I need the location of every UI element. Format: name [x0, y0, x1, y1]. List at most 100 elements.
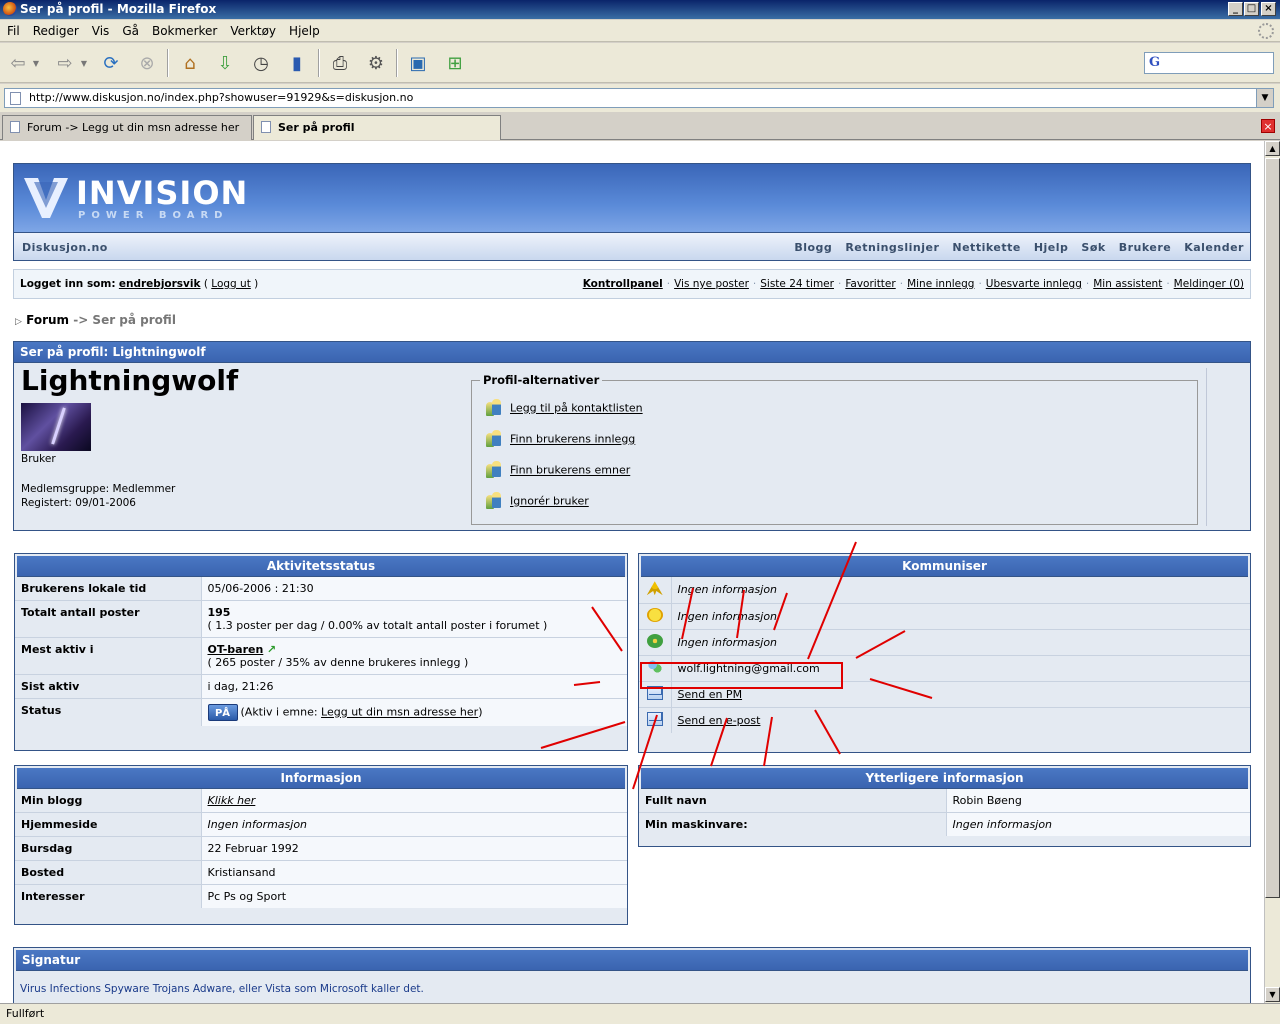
minimize-button[interactable]: _ — [1228, 2, 1243, 16]
settings-icon[interactable]: ⚙ — [363, 50, 389, 76]
new-window-icon[interactable]: ▣ — [405, 50, 431, 76]
option-ignore-user[interactable]: Ignorér bruker — [486, 492, 589, 512]
forward-dropdown-icon[interactable]: ▼ — [78, 50, 90, 76]
last-active-value: i dag, 21:26 — [201, 674, 627, 699]
logout-link[interactable]: Logg ut — [211, 278, 251, 290]
people-icon — [486, 461, 502, 479]
most-active-link[interactable]: OT-baren — [208, 643, 264, 656]
signature-text: Virus Infections Spyware Trojans Adware,… — [20, 983, 424, 995]
most-active-label: Mest aktiv i — [15, 637, 202, 675]
username-link[interactable]: endrebjorsvik — [119, 278, 201, 290]
close-window-button[interactable]: × — [1261, 2, 1276, 16]
url-input[interactable]: http://www.diskusjon.no/index.php?showus… — [4, 88, 1274, 108]
send-pm-link[interactable]: Send en PM — [678, 688, 743, 701]
link-kontrollpanel[interactable]: Kontrollpanel — [583, 278, 663, 290]
signature-header: Signatur — [16, 950, 1248, 971]
option-add-contact[interactable]: Legg til på kontaktlisten — [486, 399, 643, 419]
nav-hjelp[interactable]: Hjelp — [1034, 241, 1069, 254]
tab-label: Forum -> Legg ut din msn adresse her — [27, 121, 240, 134]
aim-value: Ingen informasjon — [671, 577, 1250, 604]
reload-icon[interactable]: ⟳ — [98, 50, 124, 76]
toolbar-separator — [396, 49, 398, 77]
signature-box: Signatur Virus Infections Spyware Trojan… — [13, 947, 1251, 1003]
msn-highlight-box — [640, 662, 843, 689]
tab-profile[interactable]: Ser på profil — [253, 115, 501, 140]
local-time-value: 05/06-2006 : 21:30 — [201, 577, 627, 601]
menu-edit[interactable]: Rediger — [26, 20, 85, 38]
scroll-down-icon[interactable]: ▼ — [1265, 987, 1280, 1002]
arrow-up-right-icon[interactable]: ↗ — [267, 643, 276, 656]
close-tab-button[interactable]: × — [1261, 119, 1275, 133]
tab-bar: Forum -> Legg ut din msn adresse her Ser… — [0, 113, 1280, 140]
send-email-link[interactable]: Send en e-post — [678, 714, 761, 727]
window-title: Ser på profil - Mozilla Firefox — [20, 2, 217, 16]
option-label[interactable]: Finn brukerens emner — [510, 464, 630, 477]
status-topic-link[interactable]: Legg ut din msn adresse her — [321, 706, 478, 719]
maximize-button[interactable]: □ — [1244, 2, 1259, 16]
option-find-posts[interactable]: Finn brukerens innlegg — [486, 430, 635, 450]
location-value: Kristiansand — [201, 860, 627, 885]
forum-banner: INVISION POWER BOARD — [13, 163, 1251, 233]
menu-tools[interactable]: Verktøy — [223, 20, 282, 38]
print-icon[interactable]: ⎙ — [327, 50, 353, 76]
nav-kalender[interactable]: Kalender — [1184, 241, 1244, 254]
link-min-assistent[interactable]: Min assistent — [1093, 278, 1162, 290]
back-dropdown-icon[interactable]: ▼ — [30, 50, 42, 76]
url-dropdown-icon[interactable]: ▼ — [1256, 89, 1273, 107]
nav-blogg[interactable]: Blogg — [794, 241, 832, 254]
link-mine-innlegg[interactable]: Mine innlegg — [907, 278, 974, 290]
member-registered: Registert: 09/01-2006 — [21, 497, 136, 509]
forward-icon[interactable]: ⇨ — [52, 50, 78, 76]
stop-icon[interactable]: ⊗ — [134, 50, 160, 76]
menu-bookmarks[interactable]: Bokmerker — [145, 20, 223, 38]
google-logo-icon[interactable]: G — [1149, 55, 1160, 70]
tab-forum[interactable]: Forum -> Legg ut din msn adresse her — [2, 115, 252, 140]
most-active-detail: ( 265 poster / 35% av denne brukeres inn… — [207, 656, 469, 669]
home-icon[interactable]: ⌂ — [177, 50, 203, 76]
table-row: Ingen informasjon — [639, 603, 1250, 630]
table-row: Sist aktiv i dag, 21:26 — [15, 674, 627, 699]
link-ubesvarte-innlegg[interactable]: Ubesvarte innlegg — [986, 278, 1082, 290]
link-favoritter[interactable]: Favoritter — [845, 278, 895, 290]
option-label[interactable]: Ignorér bruker — [510, 495, 589, 508]
email-icon[interactable] — [646, 711, 663, 726]
option-find-topics[interactable]: Finn brukerens emner — [486, 461, 630, 481]
table-row: Bursdag 22 Februar 1992 — [15, 836, 627, 861]
status-badge: PÅ — [207, 704, 238, 721]
blog-link[interactable]: Klikk her — [208, 794, 256, 807]
menu-view[interactable]: Vis — [85, 20, 116, 38]
option-label[interactable]: Finn brukerens innlegg — [510, 433, 635, 446]
logged-in-label: Logget inn som: — [20, 278, 116, 290]
option-label[interactable]: Legg til på kontaktlisten — [510, 402, 643, 415]
menu-help[interactable]: Hjelp — [282, 20, 326, 38]
user-bar: Logget inn som: endrebjorsvik ( Logg ut … — [13, 269, 1251, 299]
menu-bar: Fil Rediger Vis Gå Bokmerker Verktøy Hjelp — [0, 20, 1280, 42]
nav-retningslinjer[interactable]: Retningslinjer — [845, 241, 939, 254]
scroll-thumb[interactable] — [1265, 158, 1280, 898]
vertical-scrollbar[interactable]: ▲ ▼ — [1264, 141, 1280, 1003]
new-tab-icon[interactable]: ⊞ — [442, 50, 468, 76]
scroll-up-icon[interactable]: ▲ — [1265, 141, 1280, 156]
nav-sok[interactable]: Søk — [1081, 241, 1105, 254]
communicate-box: Kommuniser Ingen informasjon Ingen infor… — [638, 553, 1251, 753]
breadcrumb-root[interactable]: Forum — [26, 313, 69, 327]
back-icon[interactable]: ⇦ — [5, 50, 31, 76]
download-icon[interactable]: ⇩ — [212, 50, 238, 76]
menu-go[interactable]: Gå — [115, 20, 145, 38]
nav-brukere[interactable]: Brukere — [1119, 241, 1172, 254]
link-siste-24-timer[interactable]: Siste 24 timer — [760, 278, 834, 290]
search-input[interactable]: G — [1144, 52, 1274, 74]
history-icon[interactable]: ◷ — [248, 50, 274, 76]
menu-file[interactable]: Fil — [0, 20, 26, 38]
divider — [1206, 368, 1207, 526]
bookmarks-icon[interactable]: ▮ — [284, 50, 310, 76]
link-meldinger[interactable]: Meldinger (0) — [1174, 278, 1244, 290]
profile-options-title: Profil-alternativer — [480, 373, 603, 387]
table-row: Fullt navn Robin Bøeng — [639, 789, 1250, 813]
site-name[interactable]: Diskusjon.no — [22, 241, 108, 254]
toolbar-separator — [167, 49, 169, 77]
table-row: Send en e-post — [639, 707, 1250, 733]
page-icon — [10, 92, 21, 105]
link-vis-nye-poster[interactable]: Vis nye poster — [674, 278, 749, 290]
nav-nettikette[interactable]: Nettikette — [952, 241, 1020, 254]
